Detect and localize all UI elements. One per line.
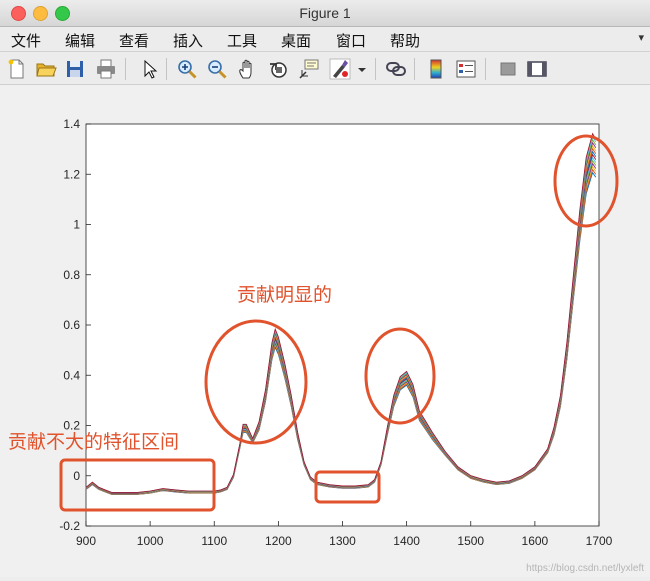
- x-tick-label: 900: [76, 534, 96, 548]
- menu-edit[interactable]: 编辑: [65, 30, 95, 51]
- y-tick-label: 0.2: [63, 419, 80, 433]
- zoom-out-icon[interactable]: [206, 58, 228, 80]
- hide-plot-tools-icon[interactable]: [497, 58, 519, 80]
- legend-icon[interactable]: [455, 58, 477, 80]
- save-icon[interactable]: [64, 58, 86, 80]
- link-icon[interactable]: [385, 58, 407, 80]
- figure-canvas: 900 1000 1100 1200 1300 1400 1500 1600 1…: [0, 85, 650, 577]
- x-tick-label: 1400: [393, 534, 420, 548]
- y-tick-label: 0: [73, 469, 80, 483]
- figure-toolbar: [0, 52, 650, 85]
- rotate-icon[interactable]: [267, 58, 289, 80]
- y-tick-label: 1: [73, 218, 80, 232]
- toolbar-separator: [414, 58, 415, 80]
- x-tick-label: 1600: [522, 534, 549, 548]
- x-tick-label: 1500: [457, 534, 484, 548]
- x-tick-label: 1000: [137, 534, 164, 548]
- plot-area[interactable]: [85, 123, 600, 527]
- y-tick-label: 0.6: [63, 318, 80, 332]
- open-icon[interactable]: [35, 58, 57, 80]
- x-tick-label: 1300: [329, 534, 356, 548]
- window-titlebar: Figure 1: [0, 0, 650, 27]
- window-title: Figure 1: [299, 5, 351, 21]
- annotation-significant: 贡献明显的: [237, 284, 332, 306]
- brush-dropdown-icon[interactable]: [355, 58, 369, 80]
- spectrum-chart[interactable]: 900 1000 1100 1200 1300 1400 1500 1600 1…: [0, 85, 650, 577]
- new-icon[interactable]: [6, 58, 28, 80]
- menu-insert[interactable]: 插入: [173, 30, 203, 51]
- y-tick-label: -0.2: [59, 519, 80, 533]
- pointer-icon[interactable]: [138, 58, 160, 80]
- pan-icon[interactable]: [237, 58, 259, 80]
- toolbar-separator: [166, 58, 167, 80]
- colorbar-icon[interactable]: [425, 58, 447, 80]
- menu-file[interactable]: 文件: [11, 30, 41, 51]
- toolbar-separator: [125, 58, 126, 80]
- x-tick-label: 1700: [586, 534, 613, 548]
- x-tick-label: 1200: [265, 534, 292, 548]
- y-tick-label: 1.2: [63, 167, 80, 181]
- brush-icon[interactable]: [329, 58, 351, 80]
- zoom-in-icon[interactable]: [176, 58, 198, 80]
- menu-desktop[interactable]: 桌面: [281, 30, 311, 51]
- menu-view[interactable]: 查看: [119, 30, 149, 51]
- watermark: https://blog.csdn.net/lyxleft: [526, 563, 644, 574]
- menu-tools[interactable]: 工具: [227, 30, 257, 51]
- x-tick-label: 1100: [201, 534, 227, 548]
- toolbar-separator: [485, 58, 486, 80]
- menu-overflow-icon[interactable]: ▾: [638, 31, 644, 44]
- data-cursor-icon[interactable]: [298, 58, 320, 80]
- menu-help[interactable]: 帮助: [390, 30, 420, 51]
- annotation-insignificant: 贡献不大的特征区间: [8, 431, 179, 453]
- show-plot-tools-icon[interactable]: [526, 58, 548, 80]
- y-tick-label: 1.4: [63, 117, 80, 131]
- y-tick-label: 0.8: [63, 268, 80, 282]
- menu-window[interactable]: 窗口: [336, 30, 366, 51]
- y-tick-label: 0.4: [63, 368, 80, 382]
- print-icon[interactable]: [95, 58, 117, 80]
- toolbar-separator: [375, 58, 376, 80]
- menu-bar: 文件 编辑 查看 插入 工具 桌面 窗口 帮助 ▾: [0, 27, 650, 52]
